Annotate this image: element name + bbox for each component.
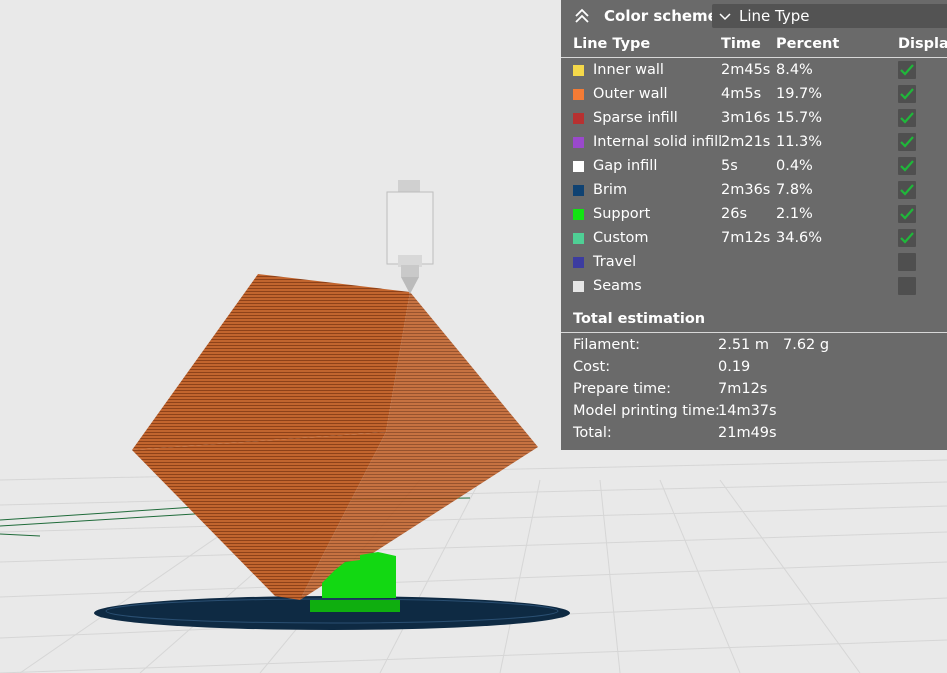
color-swatch [573, 65, 584, 76]
column-time: Time [721, 36, 761, 52]
legend-row: Seams [561, 276, 947, 300]
line-type-name: Gap infill [593, 158, 658, 174]
color-swatch [573, 281, 584, 292]
line-type-name: Inner wall [593, 62, 664, 78]
display-checkbox[interactable] [898, 229, 916, 247]
display-checkbox[interactable] [898, 133, 916, 151]
checkmark-icon [900, 232, 914, 244]
checkmark-icon [900, 136, 914, 148]
checkmark-icon [900, 160, 914, 172]
color-scheme-select[interactable]: Line Type [712, 4, 947, 28]
line-type-percent: 15.7% [776, 110, 823, 126]
estimation-divider [561, 332, 947, 333]
chevron-down-icon [719, 13, 731, 21]
checkmark-icon [900, 112, 914, 124]
line-type-percent: 8.4% [776, 62, 813, 78]
line-type-time: 2m45s [721, 62, 771, 78]
filament-length: 2.51 m [718, 337, 770, 353]
color-swatch [573, 161, 584, 172]
line-type-time: 3m16s [721, 110, 771, 126]
collapse-icon[interactable] [573, 7, 591, 25]
line-type-name: Seams [593, 278, 642, 294]
line-type-percent: 2.1% [776, 206, 813, 222]
line-type-time: 2m36s [721, 182, 771, 198]
model-printing-time-value: 14m37s [718, 403, 777, 419]
legend-row: Internal solid infill 2m21s 11.3% [561, 132, 947, 156]
checkmark-icon [900, 208, 914, 220]
prepare-time-value: 7m12s [718, 381, 768, 397]
model-printing-time-label: Model printing time: [573, 403, 720, 419]
line-type-time: 26s [721, 206, 748, 222]
column-display: Display [898, 36, 947, 52]
legend-row: Inner wall 2m45s 8.4% [561, 60, 947, 84]
line-type-time: 5s [721, 158, 738, 174]
line-type-time: 7m12s [721, 230, 771, 246]
line-type-percent: 19.7% [776, 86, 823, 102]
color-swatch [573, 89, 584, 100]
column-percent: Percent [776, 36, 840, 52]
checkmark-icon [900, 88, 914, 100]
bed-grid [0, 459, 947, 673]
display-checkbox[interactable] [898, 277, 916, 295]
color-scheme-title: Color scheme [604, 7, 718, 25]
line-type-name: Sparse infill [593, 110, 678, 126]
filament-weight: 7.62 g [783, 337, 830, 353]
line-type-name: Support [593, 206, 651, 222]
line-type-percent: 34.6% [776, 230, 823, 246]
color-scheme-header: Color scheme Line Type [561, 0, 947, 33]
cost-value: 0.19 [718, 359, 751, 375]
legend-row: Support 26s 2.1% [561, 204, 947, 228]
legend-panel: Color scheme Line Type Line Type Time Pe… [561, 0, 947, 450]
total-time-value: 21m49s [718, 425, 777, 441]
display-checkbox[interactable] [898, 253, 916, 271]
legend-row: Custom 7m12s 34.6% [561, 228, 947, 252]
legend-row: Sparse infill 3m16s 15.7% [561, 108, 947, 132]
display-checkbox[interactable] [898, 85, 916, 103]
cost-label: Cost: [573, 359, 611, 375]
line-type-name: Outer wall [593, 86, 668, 102]
line-type-name: Brim [593, 182, 628, 198]
color-swatch [573, 257, 584, 268]
filament-label: Filament: [573, 337, 641, 353]
legend-row: Gap infill 5s 0.4% [561, 156, 947, 180]
legend-row: Travel [561, 252, 947, 276]
display-checkbox[interactable] [898, 181, 916, 199]
legend-row: Brim 2m36s 7.8% [561, 180, 947, 204]
nozzle-icon [386, 180, 434, 294]
header-divider [561, 57, 947, 58]
display-checkbox[interactable] [898, 109, 916, 127]
color-swatch [573, 137, 584, 148]
color-swatch [573, 233, 584, 244]
line-type-time: 2m21s [721, 134, 771, 150]
total-estimation-title: Total estimation [573, 311, 706, 327]
display-checkbox[interactable] [898, 205, 916, 223]
checkmark-icon [900, 64, 914, 76]
line-type-percent: 11.3% [776, 134, 823, 150]
line-type-name: Internal solid infill [593, 134, 723, 150]
column-line-type: Line Type [573, 36, 651, 52]
line-type-name: Custom [593, 230, 649, 246]
total-time-label: Total: [573, 425, 612, 441]
line-type-time: 4m5s [721, 86, 762, 102]
cube-model [132, 274, 538, 600]
prepare-time-label: Prepare time: [573, 381, 671, 397]
checkmark-icon [900, 184, 914, 196]
display-checkbox[interactable] [898, 61, 916, 79]
line-type-name: Travel [593, 254, 637, 270]
legend-row: Outer wall 4m5s 19.7% [561, 84, 947, 108]
color-swatch [573, 113, 584, 124]
line-type-percent: 7.8% [776, 182, 813, 198]
color-swatch [573, 209, 584, 220]
color-swatch [573, 185, 584, 196]
line-type-percent: 0.4% [776, 158, 813, 174]
display-checkbox[interactable] [898, 157, 916, 175]
color-scheme-value: Line Type [739, 7, 810, 25]
